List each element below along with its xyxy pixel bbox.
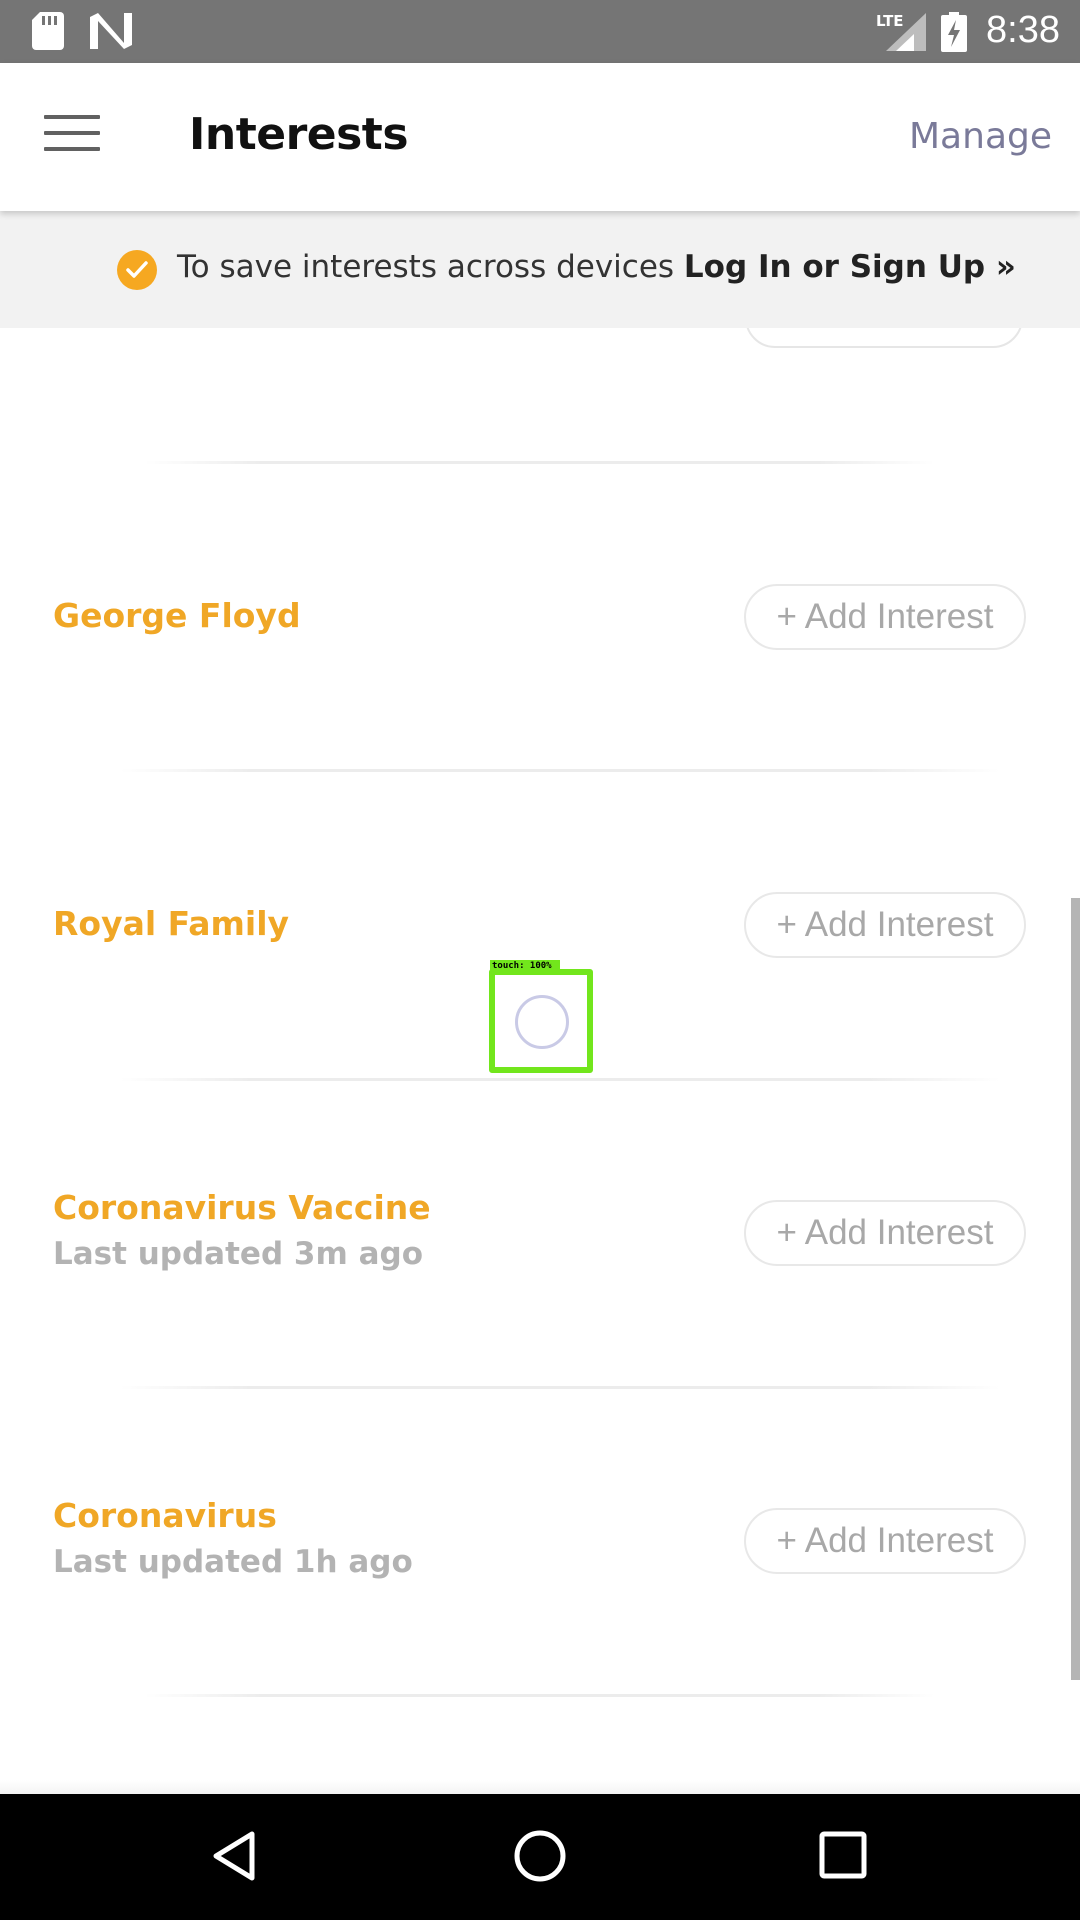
home-icon[interactable] [512,1828,568,1889]
interest-updated-coronavirus: Last updated 1h ago [53,1544,413,1580]
banner-text: To save interests across devices Log In … [177,249,1016,285]
save-interests-banner: To save interests across devices Log In … [0,211,1080,328]
list-divider [120,1386,1000,1389]
touch-indicator [489,969,593,1073]
interest-title-coronavirus-vaccine[interactable]: Coronavirus Vaccine [53,1188,431,1227]
login-signup-link[interactable]: Log In or Sign Up » [684,249,1016,285]
lte-signal-icon: LTE [876,11,936,58]
page-title: Interests [189,109,409,160]
navigation-bar [0,1794,1080,1920]
list-divider [145,1694,935,1697]
add-interest-button-coronavirus[interactable]: + Add Interest [744,1508,1026,1574]
interest-updated-coronavirus-vaccine: Last updated 3m ago [53,1236,424,1272]
app-toolbar: Interests Manage [0,63,1080,211]
add-interest-button-partial[interactable] [745,328,1023,348]
touch-label: touch: 100% [490,960,560,973]
banner-message: To save interests across devices [177,249,684,285]
n-notification-icon [90,13,132,54]
status-bar: LTE 8:38 [0,0,1080,63]
add-interest-button-royal-family[interactable]: + Add Interest [744,892,1026,958]
scrollbar[interactable] [1071,898,1080,1680]
sd-card-icon [32,12,64,55]
lte-label: LTE [876,12,904,30]
list-divider [120,1078,1000,1081]
manage-button[interactable]: Manage [909,116,1052,157]
hamburger-menu-icon[interactable] [44,115,100,159]
check-circle-icon [117,250,157,290]
touch-point-icon [515,995,569,1049]
add-interest-button-george-floyd[interactable]: + Add Interest [744,584,1026,650]
add-interest-button-coronavirus-vaccine[interactable]: + Add Interest [744,1200,1026,1266]
interest-title-royal-family[interactable]: Royal Family [53,904,289,943]
recents-icon[interactable] [818,1830,868,1885]
list-bottom-edge [0,1780,1080,1794]
screen: LTE 8:38 Interests Manage To save intere… [0,0,1080,1920]
interest-title-coronavirus[interactable]: Coronavirus [53,1496,277,1535]
back-icon[interactable] [210,1830,258,1887]
clock: 8:38 [986,9,1060,51]
list-divider [145,461,935,464]
interest-title-george-floyd[interactable]: George Floyd [53,596,301,635]
battery-charging-icon [941,12,967,57]
list-divider [120,769,1000,772]
